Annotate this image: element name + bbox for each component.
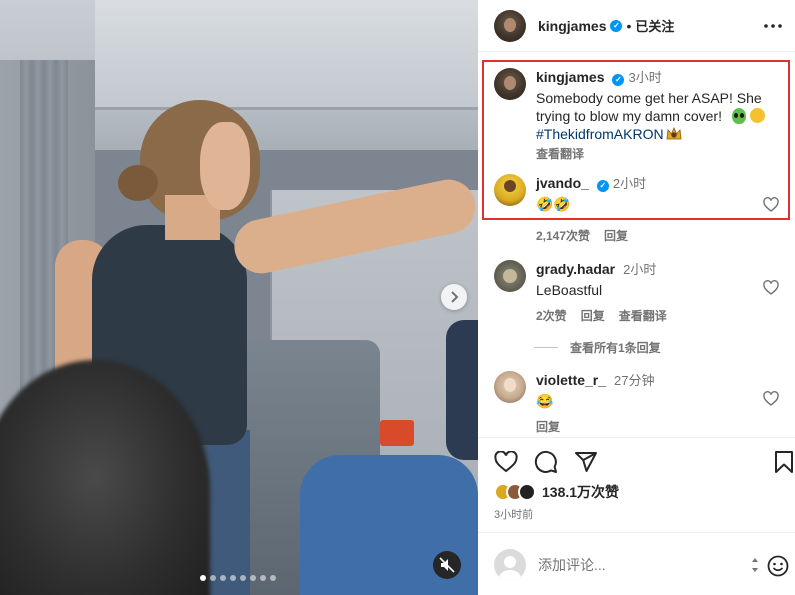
mute-toggle-button[interactable] <box>433 551 461 579</box>
passenger-head <box>446 320 478 460</box>
bookmark-icon <box>775 451 793 473</box>
like-button[interactable] <box>493 449 519 475</box>
comment-likes-count[interactable]: 2次赞 <box>536 307 567 325</box>
avatar <box>518 483 536 501</box>
caption-meta: 查看翻译 <box>536 145 776 163</box>
add-comment-input[interactable] <box>538 555 738 575</box>
reply-button[interactable]: 回复 <box>581 307 605 325</box>
scroll-arrows-icon[interactable] <box>750 556 760 574</box>
reply-button[interactable]: 回复 <box>604 227 628 245</box>
see-translation-link[interactable]: 查看翻译 <box>536 145 584 163</box>
separator-dot: • <box>626 17 632 34</box>
carousel-next-button[interactable] <box>441 284 467 310</box>
muted-speaker-icon <box>439 557 455 573</box>
post-side-panel: kingjames ✓ • 已关注 kingjames ✓ 3小时 Somebody… <box>478 0 795 595</box>
likes-count[interactable]: 138.1万次赞 <box>542 482 619 502</box>
carousel-dot <box>260 575 266 581</box>
comment-bubble-icon <box>534 450 557 473</box>
caption-text: Somebody come get her ASAP! She trying t… <box>536 89 776 143</box>
carousel-dot <box>240 575 246 581</box>
comment-text: LeBoastful <box>536 282 603 298</box>
woman-face <box>200 122 250 210</box>
alien-emoji-icon <box>731 108 746 124</box>
comment-likes-count[interactable]: 2,147次赞 <box>536 227 590 245</box>
view-replies-button[interactable]: 查看所有1条回复 <box>534 339 661 356</box>
caption-body: Somebody come get her ASAP! She trying t… <box>536 90 762 124</box>
chevron-right-icon <box>451 291 459 303</box>
caption-username[interactable]: kingjames <box>536 69 604 85</box>
avatar[interactable] <box>494 371 526 403</box>
comment-timestamp[interactable]: 2小时 <box>613 176 646 191</box>
post-media[interactable] <box>0 0 478 595</box>
current-user-avatar <box>494 549 526 581</box>
comment-timestamp[interactable]: 2小时 <box>623 262 656 277</box>
carousel-dot <box>230 575 236 581</box>
crown-emoji-icon <box>666 127 682 140</box>
heart-icon <box>494 451 518 473</box>
more-options-button[interactable] <box>763 16 783 36</box>
post-author-username[interactable]: kingjames <box>538 18 606 34</box>
carousel-dot <box>220 575 226 581</box>
reply-button[interactable]: 回复 <box>536 418 560 436</box>
heart-icon[interactable] <box>763 280 779 296</box>
carousel-dot <box>200 575 206 581</box>
heart-icon[interactable] <box>763 197 779 213</box>
post-timestamp[interactable]: 3小时前 <box>494 506 533 522</box>
more-horizontal-icon <box>764 24 782 28</box>
post-header: kingjames ✓ • 已关注 <box>478 0 795 52</box>
comment-username[interactable]: violette_r_ <box>536 372 606 388</box>
divider <box>478 532 795 533</box>
comment-button[interactable] <box>533 449 559 475</box>
see-translation-link[interactable]: 查看翻译 <box>619 307 667 325</box>
avatar[interactable] <box>494 68 526 100</box>
comment-timestamp[interactable]: 27分钟 <box>614 373 654 388</box>
carousel-dot <box>250 575 256 581</box>
carousel-indicator <box>200 575 276 581</box>
comment-item: grady.hadar 2小时 LeBoastful 2次赞 回复 查看翻译 <box>494 260 776 325</box>
verified-badge-icon: ✓ <box>596 180 609 192</box>
comment-item: jvando_ ✓ 2小时 🤣🤣 2,147次赞 回复 <box>494 174 776 245</box>
comment-item: violette_r_ 27分钟 😂 回复 <box>494 371 776 436</box>
comment-username[interactable]: grady.hadar <box>536 261 615 277</box>
avatar[interactable] <box>494 9 526 42</box>
hashtag-link[interactable]: #ThekidfromAKRON <box>536 126 664 142</box>
share-button[interactable] <box>573 449 599 475</box>
heart-icon[interactable] <box>763 391 779 407</box>
divider <box>478 437 795 438</box>
post-caption: kingjames ✓ 3小时 Somebody come get her ASAP… <box>494 68 776 163</box>
avatar[interactable] <box>494 174 526 206</box>
following-button[interactable]: 已关注 <box>635 16 674 35</box>
caption-timestamp[interactable]: 3小时 <box>628 70 661 85</box>
comment-meta: 2,147次赞 回复 <box>536 227 776 245</box>
divider <box>534 347 558 348</box>
carousel-dot <box>270 575 276 581</box>
comment-meta: 2次赞 回复 查看翻译 <box>536 307 776 325</box>
view-replies-label: 查看所有1条回复 <box>570 341 661 355</box>
smiley-icon <box>767 555 789 577</box>
likes-summary[interactable]: 138.1万次赞 <box>494 482 619 502</box>
overhead-bin <box>95 0 478 110</box>
comment-text: 😂 <box>536 393 554 409</box>
carousel-dot <box>210 575 216 581</box>
save-button[interactable] <box>771 449 795 475</box>
comment-text: 🤣🤣 <box>536 196 571 212</box>
comment-username[interactable]: jvando_ <box>536 175 589 191</box>
smiling-face-emoji-icon <box>749 108 765 123</box>
emoji-picker-button[interactable] <box>765 553 791 579</box>
send-icon <box>575 452 597 472</box>
verified-badge-icon: ✓ <box>610 19 623 32</box>
comment-meta: 回复 <box>536 418 776 436</box>
verified-badge-icon: ✓ <box>612 74 625 86</box>
red-sign <box>380 420 414 446</box>
woman-hair-bun <box>118 165 158 201</box>
avatar[interactable] <box>494 260 526 292</box>
